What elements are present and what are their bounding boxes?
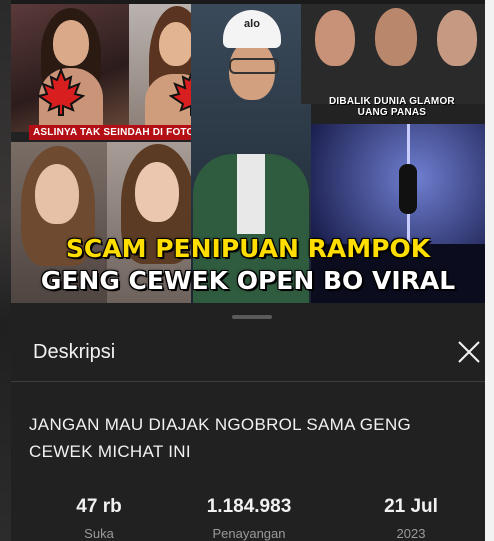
cap-logo: alo	[244, 18, 260, 30]
stat-value: 1.184.983	[206, 496, 292, 517]
thumb-photo-top-right	[301, 4, 485, 104]
description-sheet: Deskripsi JANGAN MAU DIAJAK NGOBROL SAMA…	[11, 303, 485, 541]
stat-value: 47 rb	[76, 496, 122, 517]
stat-views: 1.184.983 Penayangan	[189, 496, 309, 541]
background-app-edge-right	[485, 0, 494, 541]
stat-label: Penayangan	[212, 526, 286, 541]
sheet-title: Deskripsi	[33, 341, 116, 363]
thumbnail-headline-line2: GENG CEWEK OPEN BO VIRAL	[40, 266, 456, 295]
stat-date: 21 Jul 2023	[351, 496, 471, 541]
drag-handle[interactable]	[232, 315, 272, 319]
close-icon	[458, 341, 480, 363]
close-button[interactable]	[456, 339, 482, 365]
background-app-edge	[0, 0, 11, 541]
thumbnail-caption-left: ASLINYA TAK SEINDAH DI FOTO	[29, 125, 199, 140]
description-text: JANGAN MAU DIAJAK NGOBROL SAMA GENG CEWE…	[29, 415, 412, 461]
divider	[11, 381, 485, 382]
thumbnail-caption-right: DIBALIK DUNIA GLAMOR UANG PANAS	[329, 96, 455, 118]
stat-label: Suka	[84, 526, 114, 541]
maple-leaf-icon	[37, 68, 85, 116]
stat-label: 2023	[396, 526, 426, 541]
stat-likes: 47 rb Suka	[39, 496, 159, 541]
caption-right-line1: DIBALIK DUNIA GLAMOR	[329, 96, 455, 107]
thumbnail-headline-line1: SCAM PENIPUAN RAMPOK	[65, 234, 431, 263]
caption-right-line2: UANG PANAS	[357, 107, 427, 118]
stat-value: 21 Jul	[384, 496, 438, 517]
video-thumbnail[interactable]: ASLINYA TAK SEINDAH DI FOTO alo DIBALIK …	[11, 4, 485, 303]
